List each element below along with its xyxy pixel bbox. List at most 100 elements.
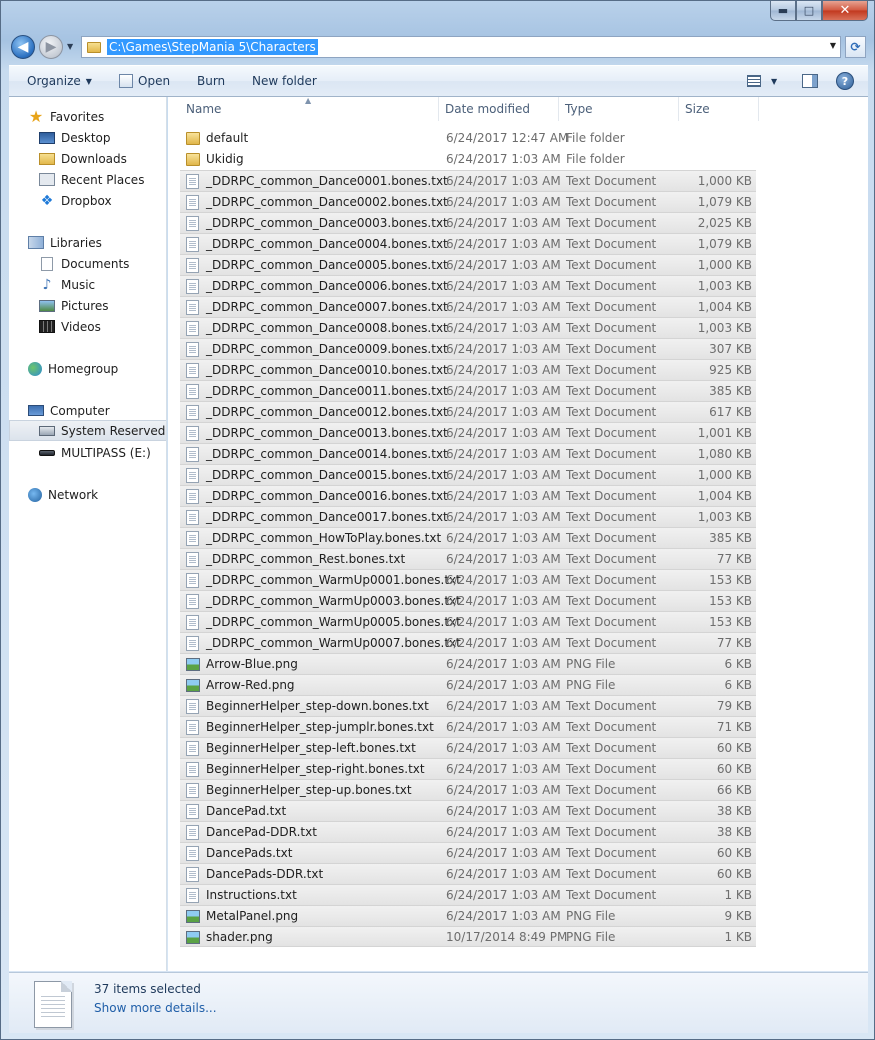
file-row[interactable]: _DDRPC_common_Rest.bones.txt 6/24/2017 1:… [180, 548, 756, 569]
file-date-modified: 6/24/2017 1:03 AM [446, 573, 561, 587]
view-options-dropdown[interactable]: ▼ [771, 77, 777, 86]
file-type: Text Document [566, 363, 657, 377]
refresh-button[interactable]: ⟳ [845, 36, 866, 58]
nav-downloads[interactable]: Downloads [9, 148, 166, 169]
column-type[interactable]: Type [559, 97, 679, 121]
burn-button[interactable]: Burn [197, 74, 225, 88]
file-row[interactable]: _DDRPC_common_Dance0015.bones.txt 6/24/20… [180, 464, 756, 485]
file-date-modified: 6/24/2017 1:03 AM [446, 279, 561, 293]
file-row[interactable]: default 6/24/2017 12:47 AM File folder [180, 128, 756, 149]
address-row: ◀ ▶ ▼ C:\Games\StepMania 5\Characters ▼ … [9, 34, 866, 60]
nav-libraries[interactable]: Libraries [9, 232, 166, 253]
file-row[interactable]: Arrow-Red.png 6/24/2017 1:03 AM PNG File 6 … [180, 674, 756, 695]
file-row[interactable]: _DDRPC_common_Dance0004.bones.txt 6/24/20… [180, 233, 756, 254]
file-row[interactable]: _DDRPC_common_Dance0013.bones.txt 6/24/20… [180, 422, 756, 443]
file-row[interactable]: _DDRPC_common_WarmUp0007.bones.txt 6/24/2… [180, 632, 756, 653]
file-row[interactable]: _DDRPC_common_Dance0007.bones.txt 6/24/20… [180, 296, 756, 317]
address-dropdown-icon[interactable]: ▼ [830, 41, 836, 50]
nav-label: Documents [61, 256, 130, 271]
preview-pane-icon[interactable] [802, 74, 818, 88]
file-date-modified: 6/24/2017 1:03 AM [446, 552, 561, 566]
file-row[interactable]: _DDRPC_common_Dance0010.bones.txt 6/24/20… [180, 359, 756, 380]
file-row[interactable]: DancePad.txt 6/24/2017 1:03 AM Text Docume… [180, 800, 756, 821]
file-row[interactable]: _DDRPC_common_Dance0002.bones.txt 6/24/20… [180, 191, 756, 212]
file-row[interactable]: BeginnerHelper_step-down.bones.txt 6/24/2… [180, 695, 756, 716]
file-row[interactable]: shader.png 10/17/2014 8:49 PM PNG File 1 KB [180, 926, 756, 947]
file-row[interactable]: _DDRPC_common_WarmUp0003.bones.txt 6/24/2… [180, 590, 756, 611]
nav-desktop[interactable]: Desktop [9, 127, 166, 148]
file-date-modified: 6/24/2017 1:03 AM [446, 342, 561, 356]
new-folder-button[interactable]: New folder [252, 74, 317, 88]
file-row[interactable]: Arrow-Blue.png 6/24/2017 1:03 AM PNG File 6… [180, 653, 756, 674]
file-row[interactable]: _DDRPC_common_Dance0006.bones.txt 6/24/20… [180, 275, 756, 296]
close-button[interactable]: ✕ [822, 1, 868, 21]
address-path[interactable]: C:\Games\StepMania 5\Characters [107, 39, 318, 55]
desktop-icon [39, 131, 55, 144]
file-row[interactable]: MetalPanel.png 6/24/2017 1:03 AM PNG File 9… [180, 905, 756, 926]
file-row[interactable]: Ukidig 6/24/2017 1:03 AM File folder [180, 149, 756, 170]
recent-pages-dropdown[interactable]: ▼ [67, 42, 73, 51]
nav-recent-places[interactable]: Recent Places [9, 169, 166, 190]
text-file-icon [186, 321, 199, 336]
nav-documents[interactable]: Documents [9, 253, 166, 274]
nav-system-reserved[interactable]: System Reserved (C: [9, 420, 166, 441]
file-name: default [206, 131, 249, 145]
address-bar[interactable]: C:\Games\StepMania 5\Characters ▼ [81, 36, 841, 58]
text-file-icon [186, 363, 199, 378]
change-view-icon[interactable] [747, 75, 761, 87]
file-date-modified: 6/24/2017 1:03 AM [446, 363, 561, 377]
back-button[interactable]: ◀ [11, 35, 35, 59]
file-type: Text Document [566, 279, 657, 293]
file-row[interactable]: _DDRPC_common_Dance0003.bones.txt 6/24/20… [180, 212, 756, 233]
nav-videos[interactable]: Videos [9, 316, 166, 337]
nav-network[interactable]: Network [9, 484, 166, 505]
selection-count: 37 items selected [94, 982, 201, 996]
file-row[interactable]: _DDRPC_common_Dance0016.bones.txt 6/24/20… [180, 485, 756, 506]
file-row[interactable]: _DDRPC_common_Dance0005.bones.txt 6/24/20… [180, 254, 756, 275]
file-name: _DDRPC_common_Dance0008.bones.txt [206, 321, 448, 335]
open-button[interactable]: Open [119, 74, 170, 88]
file-row[interactable]: DancePads.txt 6/24/2017 1:03 AM Text Docum… [180, 842, 756, 863]
file-row[interactable]: _DDRPC_common_HowToPlay.bones.txt 6/24/20… [180, 527, 756, 548]
file-date-modified: 6/24/2017 1:03 AM [446, 783, 561, 797]
column-name[interactable]: Name [180, 97, 439, 121]
help-icon[interactable]: ? [836, 72, 854, 90]
file-name: _DDRPC_common_Dance0006.bones.txt [206, 279, 448, 293]
column-size[interactable]: Size [679, 97, 759, 121]
file-row[interactable]: _DDRPC_common_Dance0011.bones.txt 6/24/20… [180, 380, 756, 401]
organize-button[interactable]: Organize ▼ [27, 74, 92, 88]
file-row[interactable]: _DDRPC_common_Dance0008.bones.txt 6/24/20… [180, 317, 756, 338]
file-row[interactable]: BeginnerHelper_step-jumplr.bones.txt 6/24… [180, 716, 756, 737]
file-row[interactable]: _DDRPC_common_WarmUp0001.bones.txt 6/24/2… [180, 569, 756, 590]
file-row[interactable]: _DDRPC_common_Dance0001.bones.txt 6/24/20… [180, 170, 756, 191]
file-row[interactable]: DancePads-DDR.txt 6/24/2017 1:03 AM Text D… [180, 863, 756, 884]
navigation-pane: ★ Favorites Desktop Downloads Recent Pla… [9, 97, 167, 971]
forward-button[interactable]: ▶ [39, 35, 63, 59]
file-row[interactable]: BeginnerHelper_step-right.bones.txt 6/24/… [180, 758, 756, 779]
show-more-details-link[interactable]: Show more details... [94, 1001, 217, 1015]
nav-favorites[interactable]: ★ Favorites [9, 106, 166, 127]
file-row[interactable]: _DDRPC_common_Dance0017.bones.txt 6/24/20… [180, 506, 756, 527]
column-date-modified[interactable]: Date modified [439, 97, 559, 121]
file-row[interactable]: _DDRPC_common_WarmUp0005.bones.txt 6/24/2… [180, 611, 756, 632]
nav-computer[interactable]: Computer [9, 400, 166, 421]
file-row[interactable]: _DDRPC_common_Dance0014.bones.txt 6/24/20… [180, 443, 756, 464]
file-size: 60 KB [716, 741, 752, 755]
nav-pictures[interactable]: Pictures [9, 295, 166, 316]
file-name: _DDRPC_common_Rest.bones.txt [206, 552, 406, 566]
file-row[interactable]: _DDRPC_common_Dance0012.bones.txt 6/24/20… [180, 401, 756, 422]
file-row[interactable]: _DDRPC_common_Dance0009.bones.txt 6/24/20… [180, 338, 756, 359]
file-name: _DDRPC_common_Dance0002.bones.txt [206, 195, 448, 209]
nav-homegroup[interactable]: Homegroup [9, 358, 166, 379]
nav-music[interactable]: ♪ Music [9, 274, 166, 295]
file-row[interactable]: BeginnerHelper_step-left.bones.txt 6/24/2… [180, 737, 756, 758]
file-row[interactable]: Instructions.txt 6/24/2017 1:03 AM Text Do… [180, 884, 756, 905]
nav-multipass[interactable]: MULTIPASS (E:) [9, 442, 166, 463]
file-row[interactable]: BeginnerHelper_step-up.bones.txt 6/24/201… [180, 779, 756, 800]
maximize-button[interactable]: □ [796, 1, 822, 21]
nav-dropbox[interactable]: ❖ Dropbox [9, 190, 166, 211]
file-date-modified: 6/24/2017 1:03 AM [446, 258, 561, 272]
minimize-button[interactable]: ▬ [770, 1, 796, 21]
file-row[interactable]: DancePad-DDR.txt 6/24/2017 1:03 AM Text Do… [180, 821, 756, 842]
file-size: 9 KB [724, 909, 752, 923]
